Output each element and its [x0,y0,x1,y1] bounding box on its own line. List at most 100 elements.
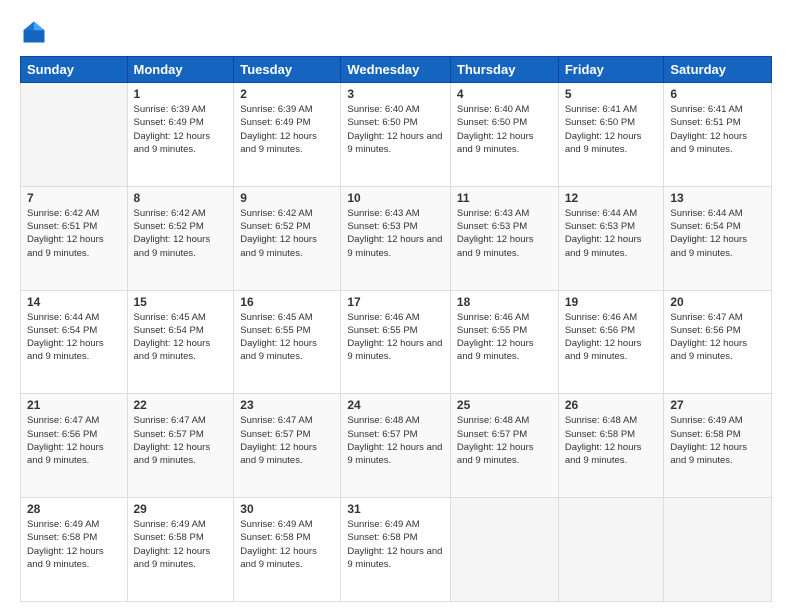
sunrise-label: Sunrise: 6:43 AM [347,208,419,219]
cell-info: Sunrise: 6:48 AM Sunset: 6:58 PM Dayligh… [565,414,658,467]
calendar-cell: 7 Sunrise: 6:42 AM Sunset: 6:51 PM Dayli… [21,186,128,290]
cell-info: Sunrise: 6:39 AM Sunset: 6:49 PM Dayligh… [134,103,228,156]
calendar-cell: 11 Sunrise: 6:43 AM Sunset: 6:53 PM Dayl… [450,186,558,290]
daylight-label: Daylight: 12 hours and 9 minutes. [670,442,747,466]
cell-info: Sunrise: 6:46 AM Sunset: 6:55 PM Dayligh… [457,311,552,364]
calendar-cell: 21 Sunrise: 6:47 AM Sunset: 6:56 PM Dayl… [21,394,128,498]
cell-info: Sunrise: 6:39 AM Sunset: 6:49 PM Dayligh… [240,103,334,156]
sunset-label: Sunset: 6:55 PM [457,325,527,336]
sunrise-label: Sunrise: 6:49 AM [27,519,99,530]
calendar-cell: 18 Sunrise: 6:46 AM Sunset: 6:55 PM Dayl… [450,290,558,394]
day-number: 17 [347,295,444,309]
day-number: 14 [27,295,121,309]
sunset-label: Sunset: 6:50 PM [457,117,527,128]
sunrise-label: Sunrise: 6:42 AM [27,208,99,219]
calendar-cell: 10 Sunrise: 6:43 AM Sunset: 6:53 PM Dayl… [341,186,451,290]
daylight-label: Daylight: 12 hours and 9 minutes. [457,234,534,258]
cell-info: Sunrise: 6:47 AM Sunset: 6:57 PM Dayligh… [240,414,334,467]
calendar-cell: 22 Sunrise: 6:47 AM Sunset: 6:57 PM Dayl… [127,394,234,498]
weekday-header-friday: Friday [558,57,664,83]
day-number: 29 [134,502,228,516]
sunrise-label: Sunrise: 6:41 AM [670,104,742,115]
calendar-table: SundayMondayTuesdayWednesdayThursdayFrid… [20,56,772,602]
daylight-label: Daylight: 12 hours and 9 minutes. [565,338,642,362]
cell-info: Sunrise: 6:42 AM Sunset: 6:52 PM Dayligh… [240,207,334,260]
sunrise-label: Sunrise: 6:44 AM [27,312,99,323]
day-number: 16 [240,295,334,309]
daylight-label: Daylight: 12 hours and 9 minutes. [565,131,642,155]
sunset-label: Sunset: 6:53 PM [565,221,635,232]
calendar-cell: 6 Sunrise: 6:41 AM Sunset: 6:51 PM Dayli… [664,83,772,187]
sunrise-label: Sunrise: 6:44 AM [670,208,742,219]
calendar-cell: 5 Sunrise: 6:41 AM Sunset: 6:50 PM Dayli… [558,83,664,187]
sunset-label: Sunset: 6:51 PM [670,117,740,128]
day-number: 2 [240,87,334,101]
daylight-label: Daylight: 12 hours and 9 minutes. [240,131,317,155]
weekday-header-wednesday: Wednesday [341,57,451,83]
daylight-label: Daylight: 12 hours and 9 minutes. [27,546,104,570]
logo [20,18,52,46]
week-row-0: 1 Sunrise: 6:39 AM Sunset: 6:49 PM Dayli… [21,83,772,187]
daylight-label: Daylight: 12 hours and 9 minutes. [457,442,534,466]
cell-info: Sunrise: 6:43 AM Sunset: 6:53 PM Dayligh… [347,207,444,260]
sunrise-label: Sunrise: 6:43 AM [457,208,529,219]
calendar-cell: 20 Sunrise: 6:47 AM Sunset: 6:56 PM Dayl… [664,290,772,394]
sunset-label: Sunset: 6:53 PM [457,221,527,232]
sunrise-label: Sunrise: 6:47 AM [27,415,99,426]
sunrise-label: Sunrise: 6:45 AM [240,312,312,323]
day-number: 11 [457,191,552,205]
weekday-header-sunday: Sunday [21,57,128,83]
sunset-label: Sunset: 6:53 PM [347,221,417,232]
calendar-cell: 23 Sunrise: 6:47 AM Sunset: 6:57 PM Dayl… [234,394,341,498]
weekday-header-monday: Monday [127,57,234,83]
daylight-label: Daylight: 12 hours and 9 minutes. [565,442,642,466]
calendar-cell: 27 Sunrise: 6:49 AM Sunset: 6:58 PM Dayl… [664,394,772,498]
calendar-cell: 13 Sunrise: 6:44 AM Sunset: 6:54 PM Dayl… [664,186,772,290]
calendar-cell: 25 Sunrise: 6:48 AM Sunset: 6:57 PM Dayl… [450,394,558,498]
sunset-label: Sunset: 6:58 PM [565,429,635,440]
cell-info: Sunrise: 6:49 AM Sunset: 6:58 PM Dayligh… [134,518,228,571]
sunrise-label: Sunrise: 6:48 AM [565,415,637,426]
calendar-cell: 26 Sunrise: 6:48 AM Sunset: 6:58 PM Dayl… [558,394,664,498]
sunset-label: Sunset: 6:52 PM [134,221,204,232]
day-number: 10 [347,191,444,205]
weekday-header-saturday: Saturday [664,57,772,83]
cell-info: Sunrise: 6:46 AM Sunset: 6:55 PM Dayligh… [347,311,444,364]
day-number: 31 [347,502,444,516]
cell-info: Sunrise: 6:49 AM Sunset: 6:58 PM Dayligh… [347,518,444,571]
week-row-1: 7 Sunrise: 6:42 AM Sunset: 6:51 PM Dayli… [21,186,772,290]
sunrise-label: Sunrise: 6:40 AM [457,104,529,115]
sunrise-label: Sunrise: 6:45 AM [134,312,206,323]
sunset-label: Sunset: 6:54 PM [134,325,204,336]
cell-info: Sunrise: 6:44 AM Sunset: 6:54 PM Dayligh… [27,311,121,364]
weekday-header-tuesday: Tuesday [234,57,341,83]
weekday-header-row: SundayMondayTuesdayWednesdayThursdayFrid… [21,57,772,83]
cell-info: Sunrise: 6:45 AM Sunset: 6:55 PM Dayligh… [240,311,334,364]
daylight-label: Daylight: 12 hours and 9 minutes. [670,131,747,155]
daylight-label: Daylight: 12 hours and 9 minutes. [457,131,534,155]
week-row-4: 28 Sunrise: 6:49 AM Sunset: 6:58 PM Dayl… [21,498,772,602]
calendar-cell: 28 Sunrise: 6:49 AM Sunset: 6:58 PM Dayl… [21,498,128,602]
calendar-cell: 14 Sunrise: 6:44 AM Sunset: 6:54 PM Dayl… [21,290,128,394]
calendar-cell: 16 Sunrise: 6:45 AM Sunset: 6:55 PM Dayl… [234,290,341,394]
day-number: 9 [240,191,334,205]
day-number: 27 [670,398,765,412]
daylight-label: Daylight: 12 hours and 9 minutes. [134,546,211,570]
sunrise-label: Sunrise: 6:48 AM [457,415,529,426]
cell-info: Sunrise: 6:48 AM Sunset: 6:57 PM Dayligh… [347,414,444,467]
sunrise-label: Sunrise: 6:39 AM [240,104,312,115]
sunset-label: Sunset: 6:58 PM [670,429,740,440]
calendar-cell: 4 Sunrise: 6:40 AM Sunset: 6:50 PM Dayli… [450,83,558,187]
cell-info: Sunrise: 6:41 AM Sunset: 6:50 PM Dayligh… [565,103,658,156]
day-number: 4 [457,87,552,101]
daylight-label: Daylight: 12 hours and 9 minutes. [670,338,747,362]
calendar-cell: 19 Sunrise: 6:46 AM Sunset: 6:56 PM Dayl… [558,290,664,394]
sunrise-label: Sunrise: 6:39 AM [134,104,206,115]
sunset-label: Sunset: 6:55 PM [347,325,417,336]
cell-info: Sunrise: 6:45 AM Sunset: 6:54 PM Dayligh… [134,311,228,364]
sunset-label: Sunset: 6:50 PM [565,117,635,128]
cell-info: Sunrise: 6:40 AM Sunset: 6:50 PM Dayligh… [347,103,444,156]
sunrise-label: Sunrise: 6:42 AM [240,208,312,219]
daylight-label: Daylight: 12 hours and 9 minutes. [347,131,442,155]
day-number: 25 [457,398,552,412]
